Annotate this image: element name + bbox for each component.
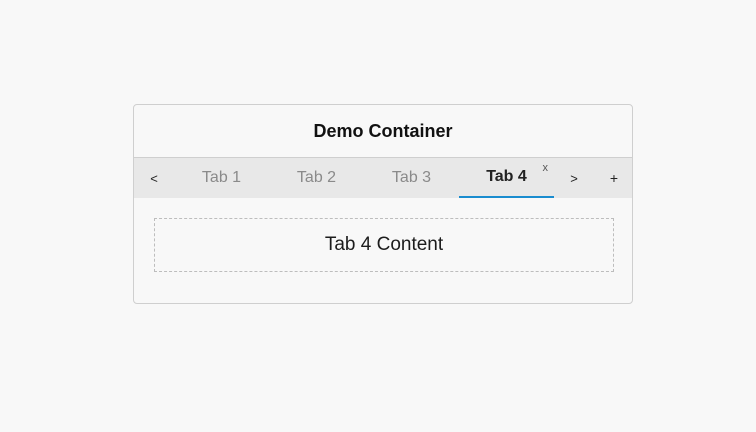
tab-content-text: Tab 4 Content [324, 234, 444, 255]
tab-4[interactable]: Tab 4 x [459, 158, 554, 198]
tab-content-panel: Tab 4 Content [154, 218, 614, 272]
tab-bar: < Tab 1 Tab 2 Tab 3 Tab 4 x > + [134, 158, 632, 198]
scroll-tabs-right-button[interactable]: > [554, 158, 594, 198]
close-tab-icon[interactable]: x [543, 162, 549, 174]
scroll-tabs-left-button[interactable]: < [134, 158, 174, 198]
tab-2[interactable]: Tab 2 [269, 158, 364, 198]
tab-label: Tab 3 [391, 169, 432, 186]
container-header: Demo Container [134, 105, 632, 158]
container-title: Demo Container [313, 120, 453, 141]
add-tab-button[interactable]: + [594, 158, 632, 198]
tab-1[interactable]: Tab 1 [174, 158, 269, 198]
tab-label: Tab 4 [486, 168, 527, 185]
tab-3[interactable]: Tab 3 [364, 158, 459, 198]
tab-label: Tab 1 [201, 169, 242, 186]
tab-label: Tab 2 [296, 169, 337, 186]
demo-container: Demo Container < Tab 1 Tab 2 Tab 3 Tab 4… [133, 104, 633, 304]
